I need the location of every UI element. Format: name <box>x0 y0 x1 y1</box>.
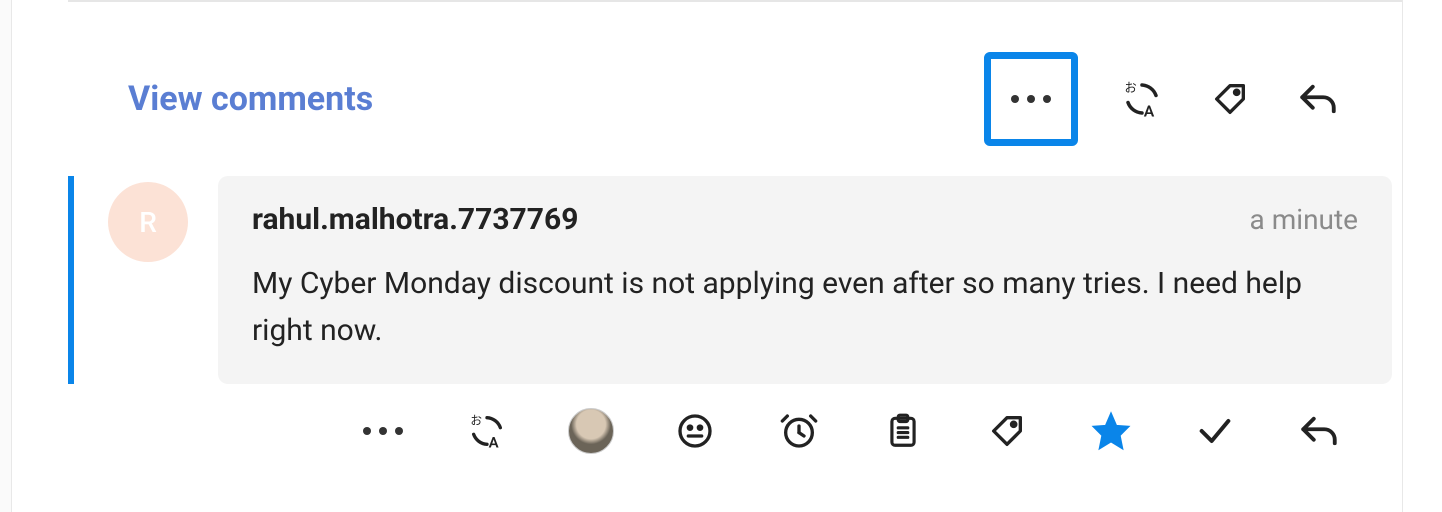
svg-text:お: お <box>1125 81 1137 95</box>
header-actions: お A <box>984 52 1342 146</box>
svg-text:A: A <box>1144 102 1155 121</box>
toolbar-reply-button[interactable] <box>1296 408 1342 454</box>
translate-icon: お A <box>467 411 507 451</box>
comment-toolbar: お A <box>68 384 1402 454</box>
toolbar-translate-button[interactable]: お A <box>464 408 510 454</box>
snooze-button[interactable] <box>776 408 822 454</box>
more-icon <box>1011 95 1051 103</box>
active-indicator <box>68 176 74 384</box>
comment-username[interactable]: rahul.malhotra.7737769 <box>252 202 578 237</box>
sentiment-button[interactable] <box>672 408 718 454</box>
more-icon <box>363 427 403 435</box>
more-menu-button[interactable] <box>984 52 1078 146</box>
check-icon <box>1195 411 1235 451</box>
tag-icon <box>987 411 1027 451</box>
translate-button[interactable]: お A <box>1118 75 1166 123</box>
toolbar-tag-button[interactable] <box>984 408 1030 454</box>
clock-icon <box>779 411 819 451</box>
view-comments-link[interactable]: View comments <box>128 79 373 119</box>
toolbar-more-button[interactable] <box>360 408 406 454</box>
svg-text:お: お <box>470 413 482 427</box>
content-area: View comments お A <box>68 0 1402 512</box>
clipboard-icon <box>884 410 922 452</box>
avatar[interactable]: R <box>108 182 188 262</box>
star-icon <box>1090 410 1132 452</box>
translate-icon: お A <box>1121 78 1163 120</box>
comment-row: R rahul.malhotra.7737769 a minute My Cyb… <box>68 176 1402 384</box>
reply-button[interactable] <box>1294 75 1342 123</box>
comment-message: My Cyber Monday discount is not applying… <box>252 261 1358 354</box>
left-rail <box>0 0 12 512</box>
header-row: View comments お A <box>68 2 1402 176</box>
notes-button[interactable] <box>880 408 926 454</box>
tag-button[interactable] <box>1206 75 1254 123</box>
svg-text:A: A <box>489 434 499 451</box>
right-rail <box>1402 0 1442 512</box>
comment-bubble: rahul.malhotra.7737769 a minute My Cyber… <box>218 176 1392 384</box>
assign-avatar-button[interactable] <box>568 408 614 454</box>
neutral-face-icon <box>675 411 715 451</box>
reply-icon <box>1297 78 1339 120</box>
resolve-button[interactable] <box>1192 408 1238 454</box>
tag-icon <box>1210 79 1250 119</box>
star-button[interactable] <box>1088 408 1134 454</box>
reply-icon <box>1298 410 1340 452</box>
comment-timestamp: a minute <box>1250 203 1358 236</box>
